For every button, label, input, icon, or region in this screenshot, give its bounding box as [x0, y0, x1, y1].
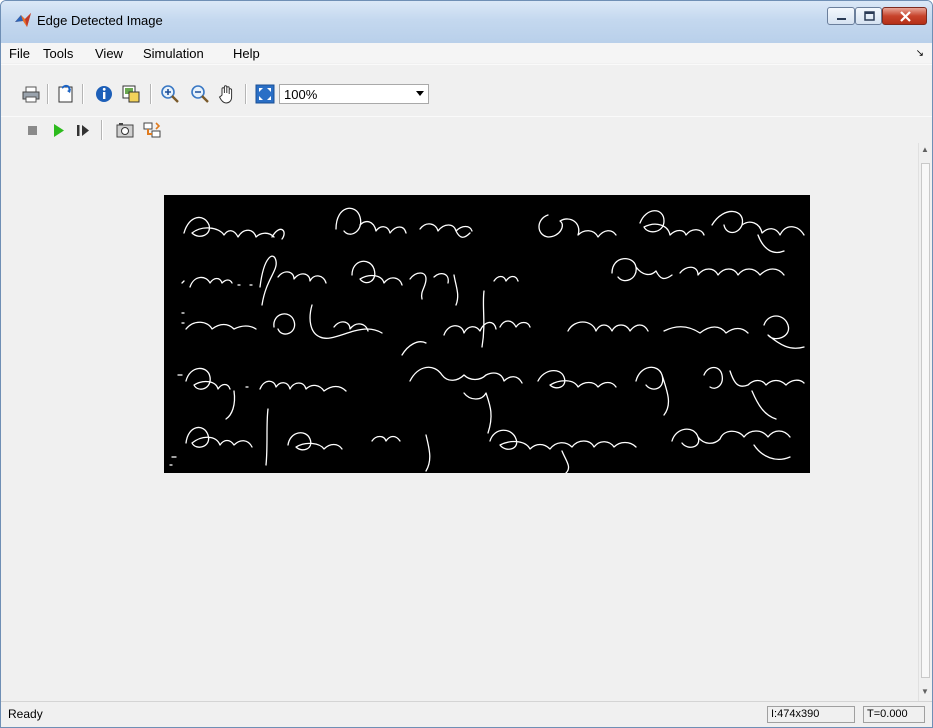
export-icon[interactable] [121, 84, 141, 104]
toolbar-separator [47, 84, 49, 104]
play-icon[interactable] [48, 120, 68, 140]
title-bar[interactable]: Edge Detected Image [1, 1, 932, 43]
toolbar-separator [82, 84, 84, 104]
stop-icon[interactable] [23, 120, 43, 140]
image-dimensions: I:474x390 [767, 706, 855, 723]
pan-hand-icon[interactable] [217, 84, 237, 104]
menu-overflow-arrow-icon[interactable]: ↘ [916, 48, 924, 59]
maximize-icon [864, 11, 875, 21]
snapshot-camera-icon[interactable] [115, 120, 135, 140]
zoom-in-icon[interactable] [160, 84, 180, 104]
close-button[interactable] [882, 7, 927, 25]
minimize-button[interactable] [827, 7, 855, 25]
edge-detected-image [164, 195, 810, 473]
simulink-viewer-window: Edge Detected Image File Tools View Simu… [0, 0, 933, 728]
chevron-down-icon [416, 91, 424, 96]
status-bar: Ready I:474x390 T=0.000 [1, 701, 932, 727]
scroll-up-icon[interactable]: ▲ [921, 145, 929, 154]
minimize-icon [837, 18, 846, 20]
step-forward-icon[interactable] [73, 120, 93, 140]
print-icon[interactable] [21, 84, 41, 104]
open-model-icon[interactable] [56, 84, 76, 104]
window-title: Edge Detected Image [37, 13, 163, 28]
zoom-level-value: 100% [284, 87, 318, 102]
menu-simulation[interactable]: Simulation [143, 46, 204, 61]
matlab-icon [15, 13, 31, 27]
status-text: Ready [8, 707, 43, 721]
menu-view[interactable]: View [95, 46, 123, 61]
zoom-out-icon[interactable] [190, 84, 210, 104]
vertical-scrollbar[interactable]: ▲ ▼ [918, 143, 932, 701]
close-icon [900, 11, 911, 22]
simulation-toolbar [1, 116, 932, 145]
highlight-signal-icon[interactable] [142, 120, 162, 140]
toolbar-separator [150, 84, 152, 104]
menu-file[interactable]: File [9, 46, 30, 61]
menu-tools[interactable]: Tools [43, 46, 73, 61]
toolbar-separator [245, 84, 247, 104]
info-icon[interactable] [94, 84, 114, 104]
toolbar-separator [101, 120, 103, 140]
simulation-time: T=0.000 [863, 706, 925, 723]
menu-bar: File Tools View Simulation Help ↘ [1, 43, 932, 63]
scrollbar-thumb[interactable] [921, 163, 930, 678]
menu-help[interactable]: Help [233, 46, 260, 61]
scroll-down-icon[interactable]: ▼ [921, 687, 929, 696]
zoom-level-select[interactable]: 100% [279, 84, 429, 104]
fit-to-view-icon[interactable] [255, 84, 275, 104]
maximize-button[interactable] [855, 7, 882, 25]
